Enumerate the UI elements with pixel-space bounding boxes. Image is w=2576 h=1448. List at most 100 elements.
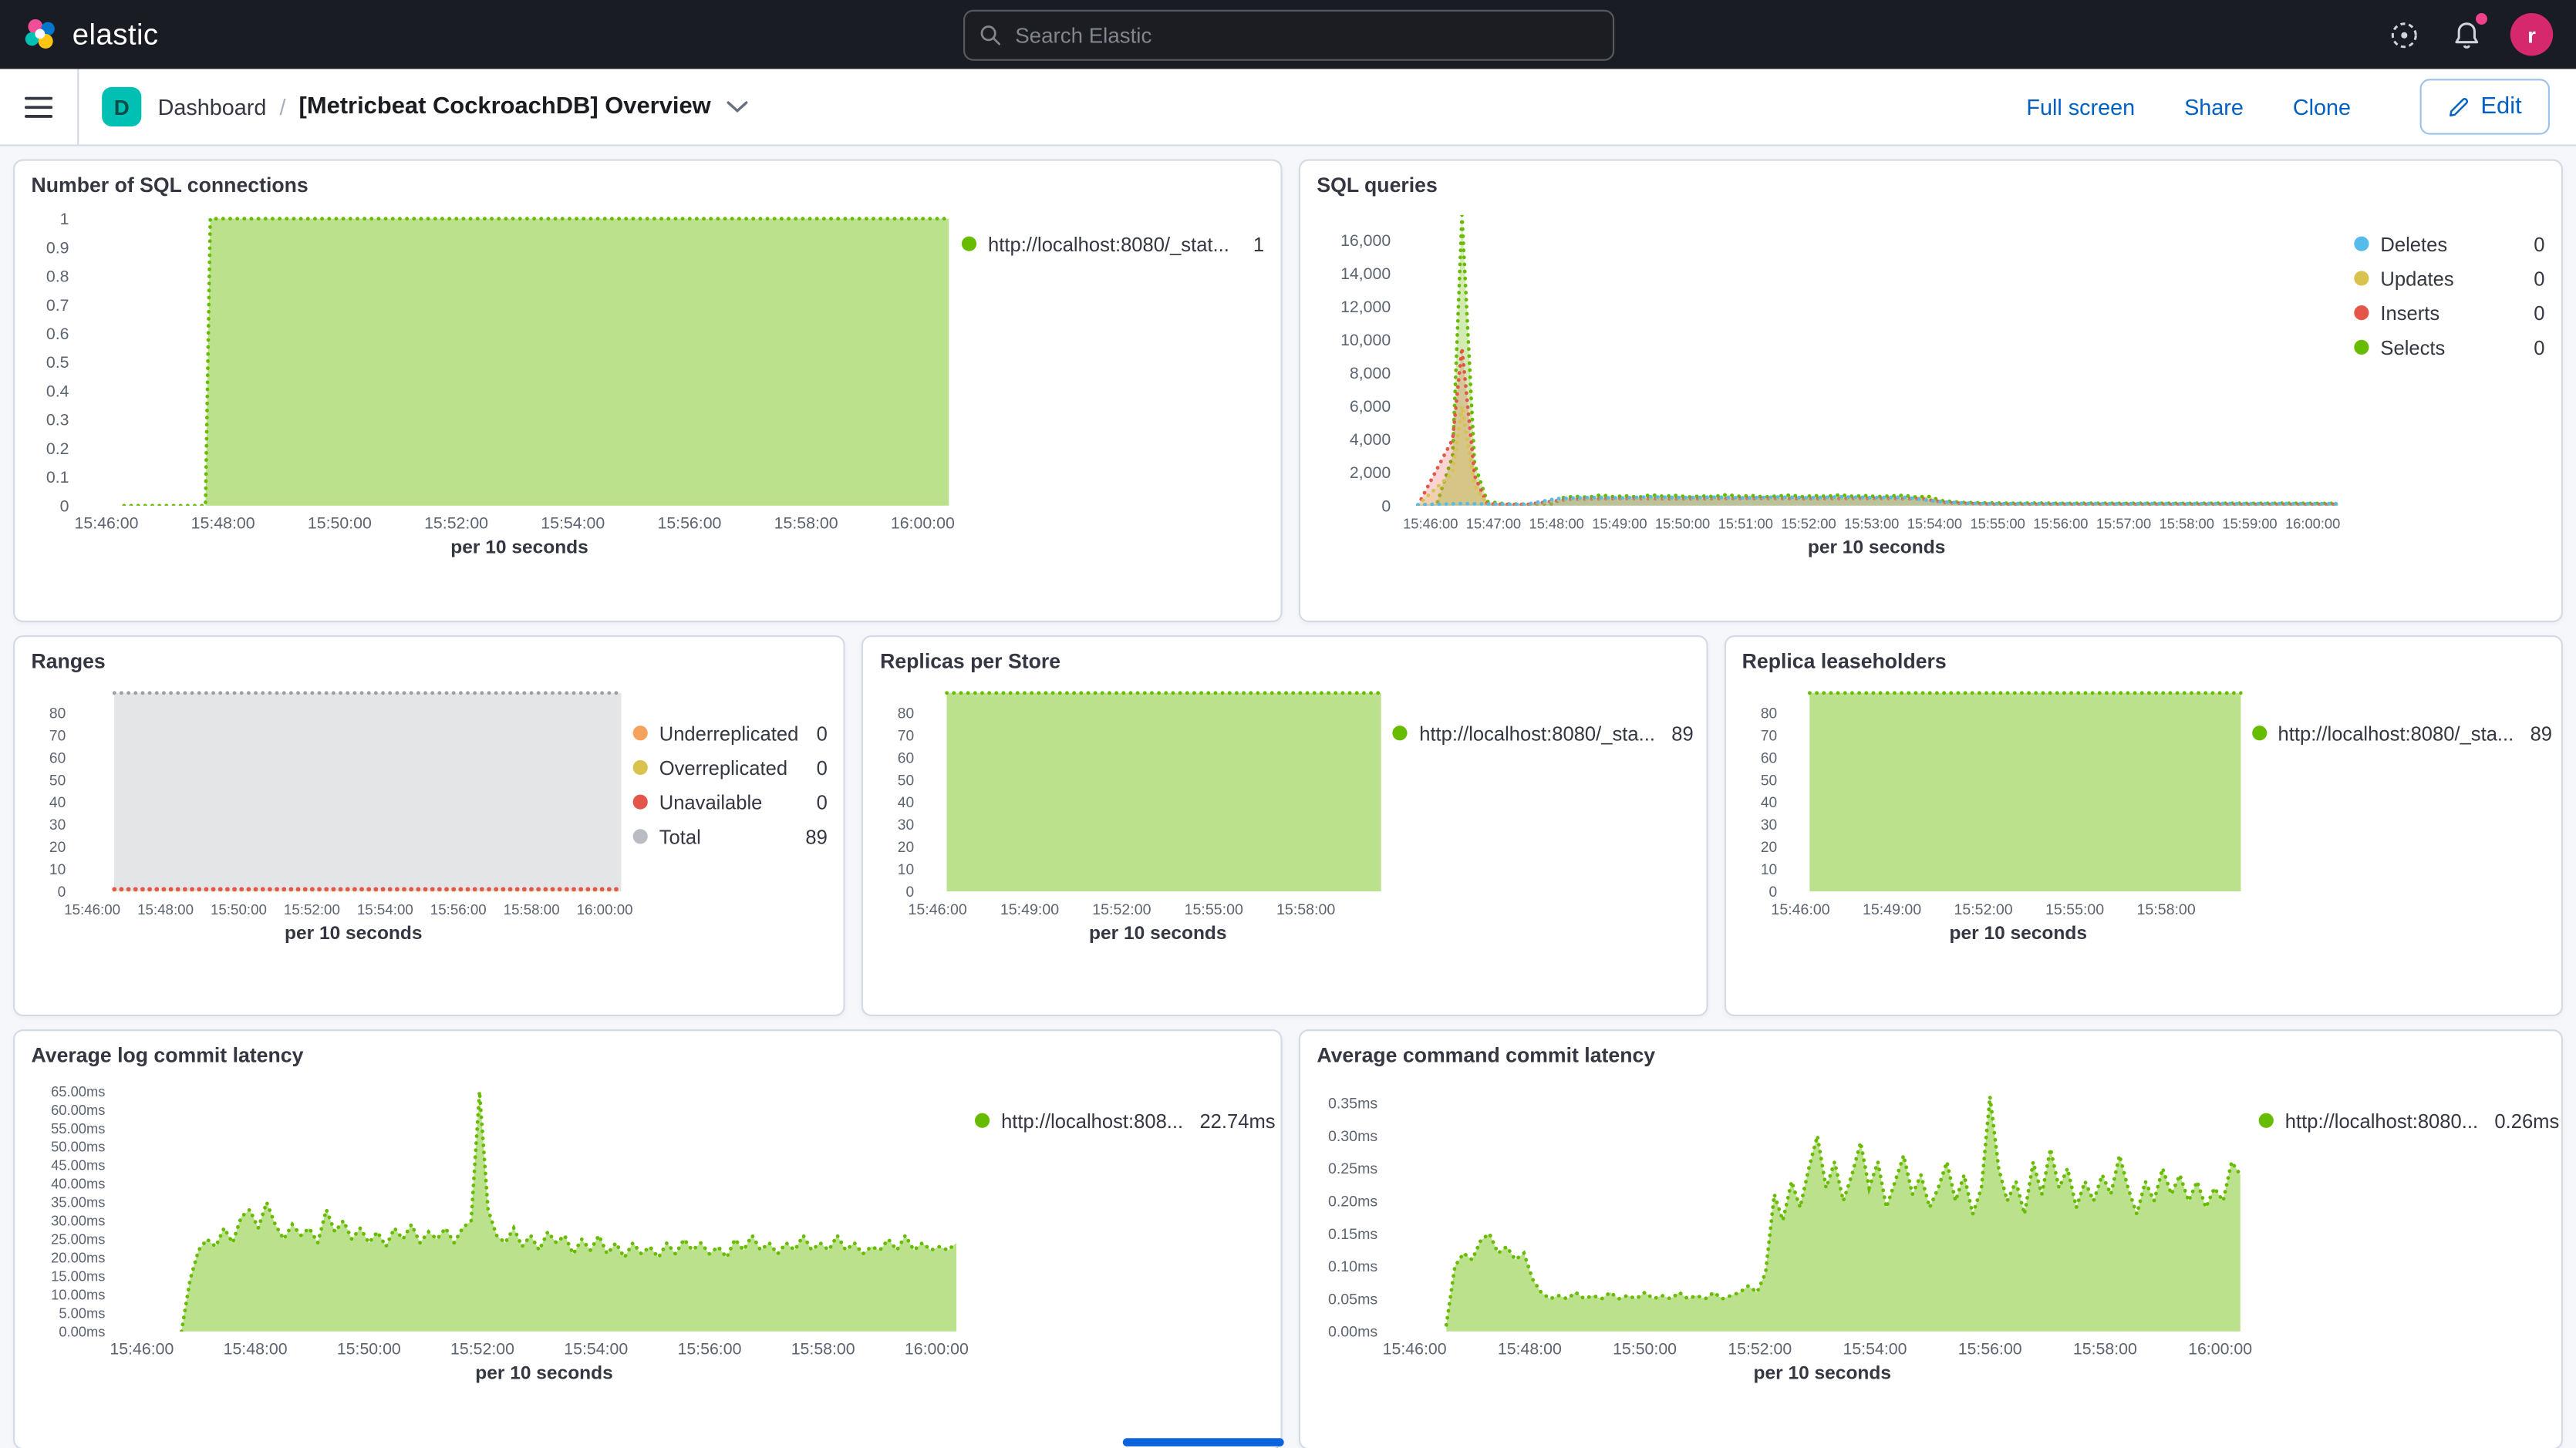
svg-text:70: 70 [1760, 728, 1776, 744]
svg-text:15:52:00: 15:52:00 [424, 514, 488, 533]
legend-label: http://localhost:8080... [2285, 1109, 2478, 1132]
svg-text:30.00ms: 30.00ms [51, 1213, 105, 1229]
svg-text:0.00ms: 0.00ms [59, 1323, 105, 1339]
series-color-dot [1393, 726, 1408, 740]
dashboard-grid: Number of SQL connections 00.10.20.30.40… [0, 146, 2576, 1448]
share-link[interactable]: Share [2184, 94, 2244, 119]
svg-text:1: 1 [60, 210, 69, 228]
svg-text:15:58:00: 15:58:00 [2073, 1340, 2137, 1359]
svg-text:0.05ms: 0.05ms [1328, 1291, 1377, 1308]
space-badge[interactable]: D [102, 87, 141, 126]
legend-item[interactable]: Underreplicated 0 [633, 716, 828, 750]
full-screen-link[interactable]: Full screen [2026, 94, 2135, 119]
chart-average-command-commit-latency[interactable]: 0.00ms0.05ms0.10ms0.15ms0.20ms0.25ms0.30… [1317, 1070, 2258, 1362]
svg-text:15:56:00: 15:56:00 [657, 514, 721, 533]
svg-text:0: 0 [58, 884, 66, 901]
x-axis-label: per 10 seconds [1317, 538, 2354, 558]
legend-item[interactable]: Overreplicated 0 [633, 750, 828, 785]
legend-item[interactable]: http://localhost:8080/_stat... 1 [962, 227, 1264, 261]
series-color-dot [975, 1113, 990, 1128]
legend-item[interactable]: http://localhost:8080/_sta... 89 [2251, 716, 2552, 750]
svg-text:15:46:00: 15:46:00 [1403, 516, 1458, 532]
panel-average-command-commit-latency: Average command commit latency 0.00ms0.0… [1299, 1029, 2563, 1448]
legend-item[interactable]: http://localhost:8080/_sta... 89 [1393, 716, 1694, 750]
legend-value: 0.26ms [2478, 1109, 2559, 1132]
legend-item[interactable]: http://localhost:808... 22.74ms [975, 1103, 1276, 1138]
cluster-icon[interactable] [2385, 16, 2422, 52]
svg-text:80: 80 [899, 705, 915, 722]
legend-item[interactable]: Updates 0 [2354, 261, 2544, 296]
elastic-logo-icon [23, 16, 59, 52]
svg-text:15:46:00: 15:46:00 [64, 901, 120, 918]
edit-button[interactable]: Edit [2420, 79, 2550, 134]
chart-ranges[interactable]: 0102030405060708015:46:0015:48:0015:50:0… [31, 676, 632, 922]
svg-text:15:56:00: 15:56:00 [1958, 1340, 2022, 1359]
chart-average-log-commit-latency[interactable]: 0.00ms5.00ms10.00ms15.00ms20.00ms25.00ms… [31, 1070, 974, 1362]
svg-text:15:54:00: 15:54:00 [1843, 1340, 1907, 1359]
series-color-dot [2354, 340, 2369, 355]
svg-text:15:46:00: 15:46:00 [909, 901, 967, 918]
legend-item[interactable]: Selects 0 [2354, 330, 2544, 365]
legend-value: 0 [2517, 267, 2545, 290]
legend-value: 89 [789, 825, 828, 848]
panel-title[interactable]: Number of SQL connections [31, 174, 1264, 197]
svg-text:16:00:00: 16:00:00 [905, 1340, 969, 1359]
svg-text:15:48:00: 15:48:00 [191, 514, 255, 533]
breadcrumb-dashboard-link[interactable]: Dashboard [158, 94, 267, 119]
chart-legend: http://localhost:8080... 0.26ms [2259, 1070, 2560, 1384]
elastic-logo[interactable]: elastic [23, 16, 159, 52]
series-color-dot [2259, 1113, 2274, 1128]
svg-text:15:57:00: 15:57:00 [2096, 516, 2151, 532]
panel-replicas-per-store: Replicas per Store 0102030405060708015:4… [862, 635, 1708, 1016]
chart-replica-leaseholders[interactable]: 0102030405060708015:46:0015:49:0015:52:0… [1742, 676, 2252, 922]
panel-title[interactable]: Ranges [31, 650, 827, 673]
chart-legend: http://localhost:8080/_sta... 89 [1393, 676, 1694, 944]
svg-text:15:52:00: 15:52:00 [450, 1340, 514, 1359]
legend-item[interactable]: Inserts 0 [2354, 295, 2544, 330]
chart-sql-queries[interactable]: 02,0004,0006,0008,00010,00012,00014,0001… [1317, 200, 2354, 537]
panel-title[interactable]: Replicas per Store [880, 650, 1689, 673]
space-badge-letter: D [114, 94, 130, 119]
legend-value: 0 [2517, 301, 2545, 325]
svg-text:45.00ms: 45.00ms [51, 1157, 105, 1174]
legend-item[interactable]: Total 89 [633, 820, 828, 854]
panel-title[interactable]: Replica leaseholders [1742, 650, 2545, 673]
legend-item[interactable]: Deletes 0 [2354, 227, 2544, 261]
panel-title[interactable]: Average command commit latency [1317, 1044, 2544, 1067]
legend-value: 0 [800, 756, 828, 780]
svg-text:16:00:00: 16:00:00 [2285, 516, 2340, 532]
svg-text:15:56:00: 15:56:00 [430, 901, 487, 918]
panel-title[interactable]: SQL queries [1317, 174, 2544, 197]
panel-title[interactable]: Average log commit latency [31, 1044, 1264, 1067]
menu-hamburger-button[interactable] [0, 69, 79, 144]
svg-text:15:56:00: 15:56:00 [2033, 516, 2088, 532]
svg-text:60: 60 [1760, 750, 1776, 766]
svg-text:0.10ms: 0.10ms [1328, 1258, 1377, 1275]
clone-link[interactable]: Clone [2293, 94, 2351, 119]
hamburger-icon [25, 96, 52, 118]
legend-label: http://localhost:8080/_stat... [988, 232, 1229, 255]
svg-text:80: 80 [49, 705, 66, 722]
alerts-icon[interactable] [2448, 16, 2484, 52]
x-axis-label: per 10 seconds [1742, 924, 2252, 945]
user-avatar[interactable]: r [2510, 13, 2553, 56]
horizontal-scrollbar-thumb[interactable] [1123, 1438, 1284, 1446]
x-axis-label: per 10 seconds [880, 924, 1393, 945]
svg-text:25.00ms: 25.00ms [51, 1231, 105, 1248]
legend-item[interactable]: http://localhost:8080... 0.26ms [2259, 1103, 2560, 1138]
svg-text:0: 0 [1381, 497, 1391, 515]
svg-text:0.2: 0.2 [46, 439, 69, 458]
x-axis-label: per 10 seconds [31, 1364, 974, 1384]
chart-replicas-per-store[interactable]: 0102030405060708015:46:0015:49:0015:52:0… [880, 676, 1393, 922]
legend-label: Deletes [2380, 232, 2447, 255]
search-icon [979, 24, 1000, 45]
chart-number-of-sql-connections[interactable]: 00.10.20.30.40.50.60.70.80.9115:46:0015:… [31, 200, 961, 537]
title-menu-button[interactable] [727, 100, 749, 113]
legend-item[interactable]: Unavailable 0 [633, 785, 828, 820]
breadcrumb-separator: / [279, 94, 285, 119]
svg-text:0: 0 [1768, 884, 1777, 901]
search-input[interactable] [1012, 21, 1597, 49]
svg-text:0: 0 [906, 884, 915, 901]
global-search[interactable] [963, 9, 1613, 60]
svg-text:15:50:00: 15:50:00 [1655, 516, 1710, 532]
